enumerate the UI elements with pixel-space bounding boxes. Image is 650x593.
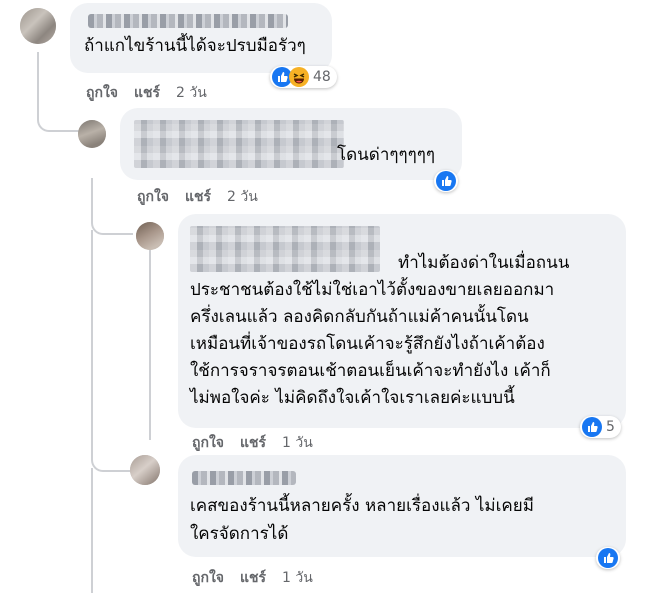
share-link[interactable]: แชร์ xyxy=(134,85,160,101)
reaction-summary[interactable] xyxy=(596,547,620,569)
like-link[interactable]: ถูกใจ xyxy=(192,435,224,451)
comment-bubble: ถ้าแกไขร้านนี้ได้จะปรบมือรัวๆ xyxy=(70,3,332,73)
thread-line xyxy=(149,250,151,440)
comment-text: ถ้าแกไขร้านนี้ได้จะปรบมือรัวๆ xyxy=(84,36,306,56)
timestamp[interactable]: 2 วัน xyxy=(227,189,258,205)
comment-bubble: โดนด่าๆๆๆๆๆ xyxy=(120,108,462,180)
avatar[interactable] xyxy=(130,455,160,485)
author-name[interactable] xyxy=(134,120,344,168)
comment-text: ใครจัดการได้ xyxy=(190,524,289,544)
reaction-count: 48 xyxy=(313,69,331,85)
comment-text: ไม่พอใจค่ะ ไม่คิดถึงใจเค้าใจเราเลยค่ะแบบ… xyxy=(190,388,515,408)
comment-text: ทำไมต้องด่าในเมื่อถนน xyxy=(398,253,570,273)
share-link[interactable]: แชร์ xyxy=(240,570,266,586)
like-icon xyxy=(598,548,618,568)
reaction-count: 5 xyxy=(606,419,615,435)
like-icon xyxy=(436,171,456,191)
comment-actions: ถูกใจ แชร์ 2 วัน xyxy=(86,82,223,104)
author-name[interactable] xyxy=(190,226,380,272)
avatar[interactable] xyxy=(20,8,56,44)
comment-text: ประชาชนต้องใช้ไม่ใช่เอาไว้ตั้งของขายเลยอ… xyxy=(190,280,555,300)
comment-actions: ถูกใจ แชร์ 1 วัน xyxy=(192,567,329,589)
comment-text: ใช้การจราจรตอนเช้าตอนเย็นเค้าจะทำยังไง เ… xyxy=(190,361,551,381)
timestamp[interactable]: 2 วัน xyxy=(176,85,207,101)
like-link[interactable]: ถูกใจ xyxy=(137,189,169,205)
avatar[interactable] xyxy=(136,222,164,250)
avatar[interactable] xyxy=(78,120,106,148)
haha-icon xyxy=(289,67,309,87)
thread-line xyxy=(91,178,133,235)
author-name[interactable] xyxy=(192,471,296,485)
share-link[interactable]: แชร์ xyxy=(185,189,211,205)
comment-actions: ถูกใจ แชร์ 1 วัน xyxy=(192,432,329,454)
comment-text: เคสของร้านนี้หลายครั้ง หลายเรื่องแล้ว ไม… xyxy=(190,496,534,516)
timestamp[interactable]: 1 วัน xyxy=(282,570,313,586)
comment-text: ครึ่งเลนแล้ว ลองคิดกลับกันถ้าแม่ค้าคนนั้… xyxy=(190,307,529,327)
comment-bubble: เคสของร้านนี้หลายครั้ง หลายเรื่องแล้ว ไม… xyxy=(178,455,626,557)
comment-text: โดนด่าๆๆๆๆๆ xyxy=(337,145,436,165)
share-link[interactable]: แชร์ xyxy=(240,435,266,451)
reaction-summary[interactable]: 48 xyxy=(270,66,337,88)
like-icon xyxy=(582,417,602,437)
author-name[interactable] xyxy=(88,14,288,28)
reaction-summary[interactable] xyxy=(434,170,458,192)
comment-bubble: ทำไมต้องด่าในเมื่อถนน ประชาชนต้องใช้ไม่ใ… xyxy=(178,214,626,428)
reaction-summary[interactable]: 5 xyxy=(580,416,621,438)
timestamp[interactable]: 1 วัน xyxy=(282,435,313,451)
like-link[interactable]: ถูกใจ xyxy=(86,85,118,101)
comment-text: เหมือนที่เจ้าของรถโดนเค้าจะรู้สึกยังไงถ้… xyxy=(190,334,545,354)
thread-line xyxy=(91,468,93,593)
like-link[interactable]: ถูกใจ xyxy=(192,570,224,586)
comment-actions: ถูกใจ แชร์ 2 วัน xyxy=(137,186,274,208)
thread-line xyxy=(91,230,133,472)
